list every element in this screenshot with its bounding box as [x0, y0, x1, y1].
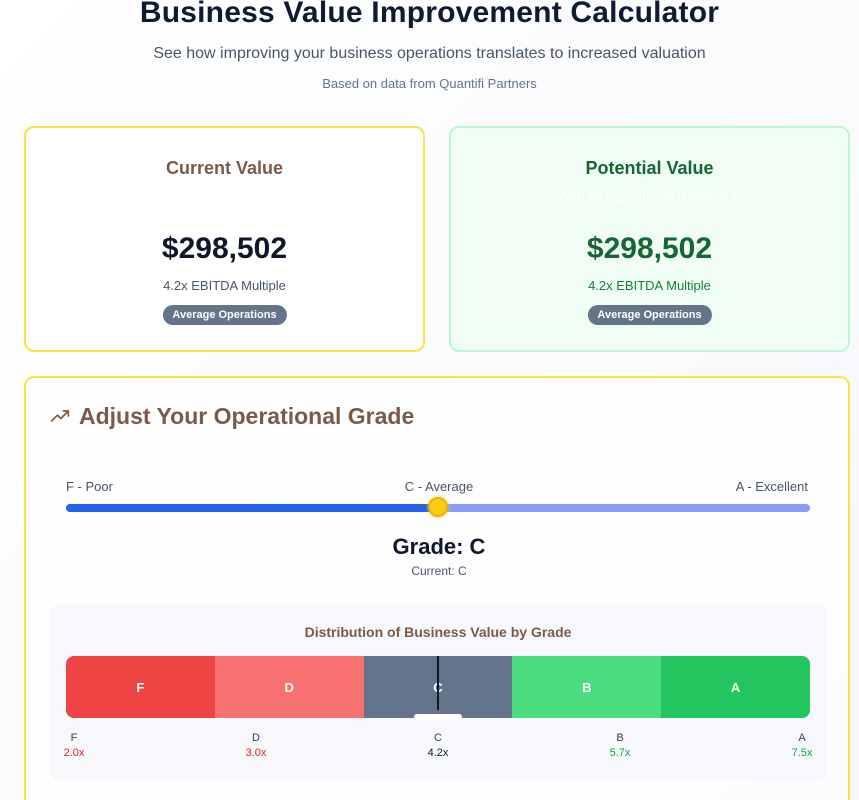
grade-tick-label: A — [798, 732, 806, 744]
grade-distribution: Distribution of Business Value by Grade … — [50, 604, 826, 780]
grade-segment-b: B — [512, 656, 662, 718]
current-value-multiple: 4.2x EBITDA Multiple — [163, 278, 286, 293]
grade-slider-fill — [66, 504, 438, 512]
current-value-title: Current Value — [165, 158, 284, 178]
grade-segment-d: D — [214, 656, 364, 718]
grade-tick-multiple: 4.2x — [427, 747, 449, 759]
adjust-grade-title: Adjust Your Operational Grade — [79, 402, 415, 429]
grade-segment-a: A — [661, 656, 810, 718]
current-value-card: Current Value $298,502 4.2x EBITDA Multi… — [24, 126, 425, 352]
potential-value-subtitle: With an Operational Grade of C — [558, 189, 741, 204]
grade-tick-label: B — [616, 732, 624, 744]
slider-mid-label: C - Average — [404, 479, 474, 494]
potential-value-card: Potential Value With an Operational Grad… — [449, 126, 850, 352]
current-grade-marker-tab — [414, 714, 462, 720]
adjust-grade-heading: Adjust Your Operational Grade — [50, 402, 414, 430]
potential-operations-badge: Average Operations — [587, 305, 712, 325]
potential-value-amount: $298,502 — [586, 232, 713, 265]
data-source-note: Based on data from Quantifi Partners — [322, 76, 537, 91]
grade-tick-multiple: 2.0x — [63, 747, 85, 759]
potential-value-multiple: 4.2x EBITDA Multiple — [588, 278, 711, 293]
grade-tick-multiple: 3.0x — [245, 747, 267, 759]
grade-tick-d: D 3.0x — [236, 732, 276, 759]
grade-tick-multiple: 5.7x — [609, 747, 631, 759]
current-grade: Current: C — [411, 564, 467, 578]
grade-tick-label: D — [252, 732, 260, 744]
current-grade-marker — [437, 656, 439, 710]
grade-slider-thumb[interactable] — [428, 497, 448, 517]
grade-segment-f: F — [66, 656, 215, 718]
grade-slider-track[interactable] — [66, 497, 810, 517]
selected-grade: Grade: C — [392, 534, 486, 559]
trending-up-icon — [50, 410, 70, 422]
grade-tick-label: C — [434, 732, 442, 744]
grade-tick-label: F — [70, 732, 78, 744]
page-subtitle: See how improving your business operatio… — [153, 45, 706, 62]
adjust-grade-panel: Adjust Your Operational Grade F - Poor C… — [24, 376, 850, 800]
grade-tick-a: A 7.5x — [782, 732, 822, 759]
grade-tick-b: B 5.7x — [600, 732, 640, 759]
potential-value-title: Potential Value — [585, 158, 714, 178]
current-value-amount: $298,502 — [161, 232, 288, 265]
current-operations-badge: Average Operations — [162, 305, 287, 325]
page-title: Business Value Improvement Calculator — [139, 0, 720, 29]
grade-tick-c: C 4.2x — [418, 732, 458, 759]
distribution-title: Distribution of Business Value by Grade — [304, 624, 572, 640]
slider-max-label: A - Excellent — [735, 479, 808, 494]
grade-tick-multiple: 7.5x — [791, 747, 813, 759]
grade-tick-f: F 2.0x — [54, 732, 94, 759]
